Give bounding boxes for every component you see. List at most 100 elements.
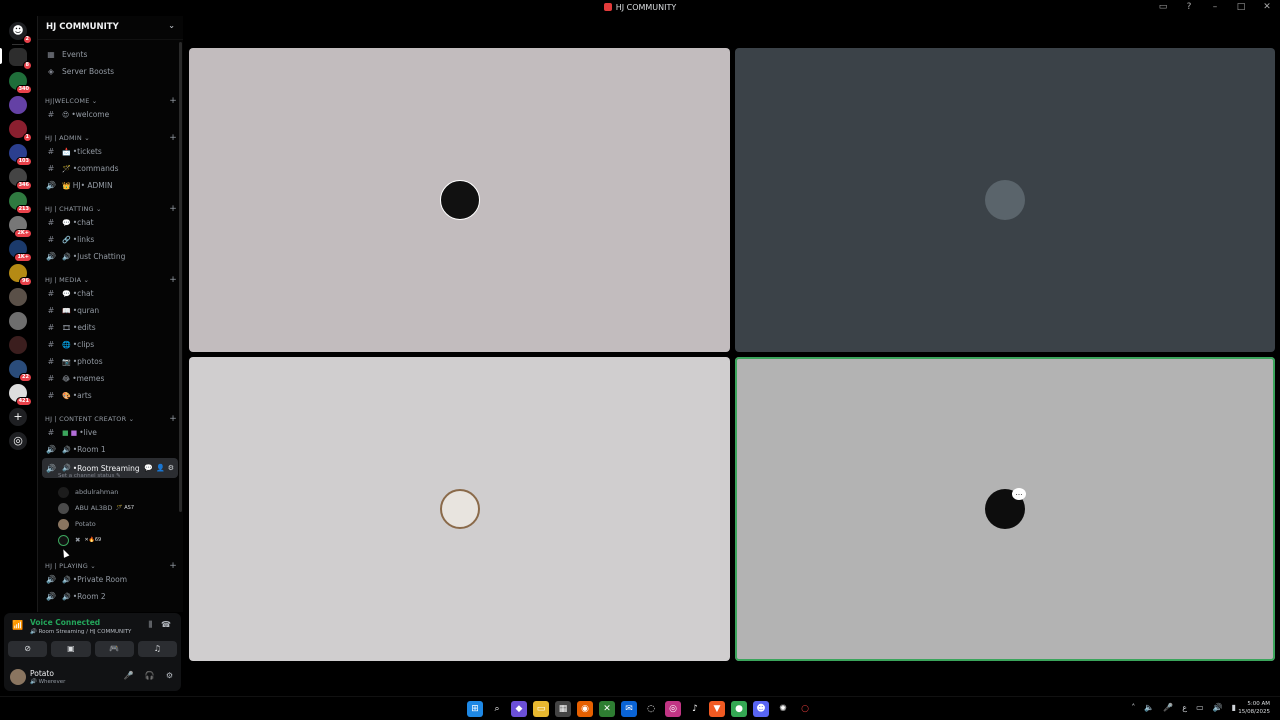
add-channel-icon[interactable]: + [169,275,177,285]
server-icon[interactable]: 421 [9,384,32,406]
server-boosts-link[interactable]: ◈ Server Boosts [42,64,178,79]
participant-tile[interactable] [189,48,730,352]
category-content-creator[interactable]: HJ | CONTENT CREATOR ⌄ + [45,414,179,424]
language-icon[interactable]: ع [1182,703,1187,712]
channel-quran[interactable]: # 📖 •quran [42,303,178,318]
channel-commands[interactable]: # 🪄 •commands [42,161,178,176]
search-icon[interactable]: ⌕ [489,701,505,717]
add-channel-icon[interactable]: + [169,414,177,424]
channel-admin-voice[interactable]: 🔊 👑 HJ• ADMIN [42,178,178,193]
channel-media-chat[interactable]: # 💬 •chat [42,286,178,301]
voice-user[interactable]: ABU AL3BD 🪄 AS7 [58,501,134,515]
add-channel-icon[interactable]: + [169,561,177,571]
chevron-up-icon[interactable]: ˄ [1131,703,1135,712]
voice-connected-subtitle[interactable]: 🔊 Room Streaming / HJ COMMUNITY [30,629,131,635]
scrollbar[interactable] [179,42,182,512]
direct-messages-icon[interactable]: ☻ 2 [9,22,32,44]
server-icon[interactable] [9,312,27,330]
instagram-icon[interactable]: ◎ [665,701,681,717]
brave-icon[interactable]: ▼ [709,701,725,717]
store-icon[interactable]: ▦ [555,701,571,717]
gear-icon[interactable]: ⚙ [166,671,173,680]
channel-room2[interactable]: 🔊 🔊 •Room 2 [42,589,178,604]
volume-icon[interactable]: 🔊 [1213,703,1223,712]
discord-icon[interactable]: ☻ [753,701,769,717]
guild-header[interactable]: HJ COMMUNITY ⌄ [38,16,183,40]
noise-suppression-icon[interactable]: ⫼ [148,620,152,630]
server-icon-hj[interactable]: 8 [9,48,32,70]
category-chatting[interactable]: HJ | CHATTING ⌄ + [45,204,179,214]
screen-share-button[interactable]: ▣ [51,641,91,657]
channel-edits[interactable]: # 🎞 •edits [42,320,178,335]
channel-private-room[interactable]: 🔊 🔊 •Private Room [42,572,178,587]
server-icon[interactable]: 1 [9,120,32,142]
minimize-button[interactable]: – [1208,2,1222,12]
opera-icon[interactable]: ○ [797,701,813,717]
channel-links[interactable]: # 🔗 •links [42,232,178,247]
add-channel-icon[interactable]: + [169,96,177,106]
microphone-icon[interactable]: 🎤 [1163,703,1173,712]
server-icon[interactable]: 1K+ [9,240,32,262]
category-welcome[interactable]: HJ|WELCOME ⌄ + [45,96,179,106]
disconnect-icon[interactable]: ☎ [161,620,171,630]
outlook-icon[interactable]: ✉ [621,701,637,717]
folder-icon[interactable]: ▭ [533,701,549,717]
channel-live[interactable]: # ■ ■ •live [42,425,178,440]
voice-user[interactable]: ✖ ✕🔥69 [58,533,101,547]
firefox-icon[interactable]: ◉ [577,701,593,717]
server-icon[interactable]: 22 [9,360,32,382]
help-icon[interactable]: ? [1182,2,1196,12]
close-button[interactable]: ✕ [1260,2,1274,12]
network-icon[interactable]: ▭ [1196,703,1204,712]
soundboard-button[interactable]: ♫ [137,641,177,657]
channel-chat[interactable]: # 💬 •chat [42,215,178,230]
set-channel-status[interactable]: Set a channel status ✎ [58,473,121,479]
channel-room1[interactable]: 🔊 🔊 •Room 1 [42,442,178,457]
add-channel-icon[interactable]: + [169,204,177,214]
voice-user[interactable]: abdulrahman [58,485,118,499]
user-name[interactable]: Potato [30,669,54,678]
channel-welcome[interactable]: # 😍 •welcome [42,107,178,122]
add-channel-icon[interactable]: + [169,133,177,143]
participant-tile[interactable] [189,357,730,661]
server-icon-twitch[interactable] [9,96,27,114]
server-icon[interactable] [9,288,27,306]
participant-tile[interactable] [735,48,1275,352]
avatar[interactable] [10,669,26,685]
category-admin[interactable]: HJ | ADMIN ⌄ + [45,133,179,143]
inbox-icon[interactable]: ▭ [1156,2,1170,12]
microphone-icon[interactable]: 🎤 [124,671,134,680]
participant-tile-speaking[interactable]: … [735,357,1275,661]
copilot-icon[interactable]: ◆ [511,701,527,717]
gear-icon[interactable]: ⚙ [168,464,174,472]
xbox-icon[interactable]: ✕ [599,701,615,717]
channel-just-chatting[interactable]: 🔊 🔊 •Just Chatting [42,249,178,264]
events-link[interactable]: ▦ Events [42,47,178,62]
channel-clips[interactable]: # 🌐 •clips [42,337,178,352]
voice-user[interactable]: Potato [58,517,96,531]
chat-icon[interactable]: 💬 [144,464,153,472]
app-icon[interactable]: ◌ [643,701,659,717]
headphones-icon[interactable]: 🎧 [145,671,155,680]
app-icon[interactable]: ✺ [775,701,791,717]
server-icon[interactable] [9,336,27,354]
clock[interactable]: 5:00 AM 15/08/2025 [1238,700,1270,716]
channel-memes[interactable]: # 😂 •memes [42,371,178,386]
channel-tickets[interactable]: # 📩 •tickets [42,144,178,159]
activity-button[interactable]: 🎮 [94,641,134,657]
speaker-icon[interactable]: 🔈 [1144,703,1154,712]
start-icon[interactable]: ⊞ [467,701,483,717]
server-icon[interactable]: 340 [9,72,32,94]
camera-off-button[interactable]: ⊘ [8,641,48,657]
add-server-icon[interactable]: + [9,408,27,426]
server-icon[interactable]: 346 [9,168,32,190]
voice-connected-title[interactable]: Voice Connected [30,618,100,627]
channel-arts[interactable]: # 🎨 •arts [42,388,178,403]
server-icon[interactable]: 2K+ [9,216,32,238]
discover-icon[interactable]: ◎ [9,432,27,450]
chevron-down-icon[interactable]: ⌄ [168,21,175,30]
category-media[interactable]: HJ | MEDIA ⌄ + [45,275,179,285]
invite-icon[interactable]: 👤 [156,464,165,472]
server-icon[interactable]: 103 [9,144,32,166]
channel-photos[interactable]: # 📷 •photos [42,354,178,369]
